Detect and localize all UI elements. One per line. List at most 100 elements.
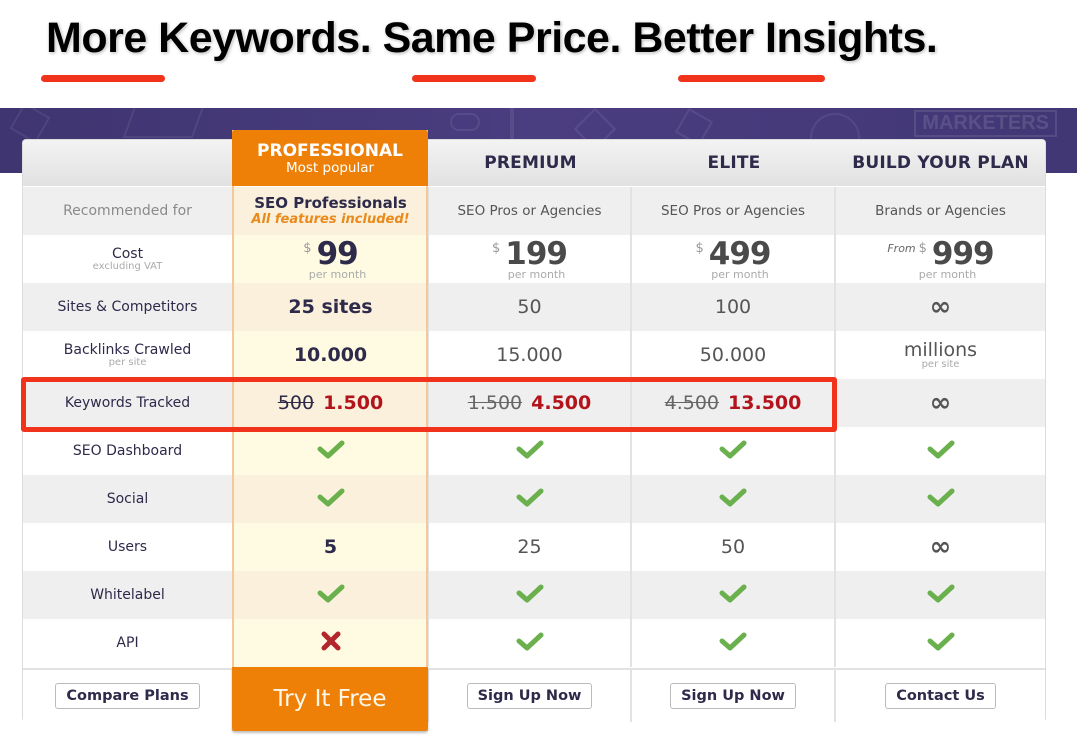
pricing-table: PREMIUM ELITE BUILD YOUR PLAN Recommende… [22, 139, 1046, 722]
recommended-value: Brands or Agencies [875, 203, 1006, 219]
link-decoration [450, 113, 480, 131]
backlinks-value: 50.000 [699, 344, 767, 366]
check-icon [926, 583, 956, 607]
row-label: Keywords Tracked [64, 395, 191, 411]
infinity-icon: ∞ [929, 388, 952, 418]
header-empty [23, 140, 234, 186]
infinity-icon: ∞ [929, 292, 952, 322]
check-icon [718, 487, 748, 511]
row-label: Recommended for [63, 203, 192, 219]
new-keywords: 1.500 [323, 392, 384, 414]
from-label: From [887, 241, 916, 255]
check-icon [926, 439, 956, 463]
price-amount: 99 [316, 235, 359, 272]
row-seo-dashboard: SEO Dashboard [23, 427, 1045, 475]
users-value: 5 [323, 536, 338, 558]
price: From $ 999 [887, 235, 995, 272]
new-keywords: 13.500 [728, 392, 802, 414]
price-period: per month [918, 267, 977, 281]
plan-header-elite: ELITE [632, 140, 836, 186]
check-icon [718, 439, 748, 463]
row-whitelabel: Whitelabel [23, 571, 1045, 619]
infinity-icon: ∞ [929, 532, 952, 562]
keywords-value: 1.500 4.500 [468, 392, 592, 414]
plan-header-build: BUILD YOUR PLAN [836, 140, 1045, 186]
check-icon [718, 631, 748, 655]
price: $ 199 [492, 235, 568, 272]
plan-name: ELITE [707, 153, 761, 173]
contact-us-button[interactable]: Contact Us [885, 683, 996, 709]
users-value: 50 [720, 536, 746, 558]
underline-more [41, 75, 165, 82]
sites-value: 50 [517, 296, 542, 318]
check-icon [515, 487, 545, 511]
old-keywords: 4.500 [664, 392, 720, 414]
row-sublabel: per site [108, 357, 147, 368]
cross-icon [320, 631, 342, 655]
backlinks-value: 15.000 [496, 344, 563, 366]
currency-symbol: $ [303, 240, 312, 256]
row-backlinks: Backlinks Crawled per site 10.000 15.000… [23, 331, 1045, 379]
row-label: Social [106, 491, 149, 507]
sites-value: 100 [714, 296, 752, 318]
check-icon [926, 487, 956, 511]
row-social: Social [23, 475, 1045, 523]
row-label: Users [107, 539, 148, 555]
elite-sign-up-button[interactable]: Sign Up Now [670, 683, 796, 709]
price-period: per month [507, 267, 566, 281]
headline: More Keywords. Same Price. Better Insigh… [46, 14, 938, 62]
check-icon [316, 583, 346, 607]
row-keywords: Keywords Tracked 500 1.500 1.500 4.500 4… [23, 379, 1045, 427]
underline-better [678, 75, 825, 82]
recommended-value: SEO Professionals [254, 194, 407, 212]
old-keywords: 500 [277, 392, 315, 414]
old-keywords: 1.500 [467, 392, 523, 414]
sites-value: 25 sites [288, 296, 373, 318]
row-api: API [23, 619, 1045, 667]
currency-symbol: $ [918, 240, 927, 256]
underline-same [412, 75, 536, 82]
price: $ 99 [303, 235, 359, 272]
users-value: 25 [517, 536, 542, 558]
check-icon [718, 583, 748, 607]
marketers-watermark: MARKETERS [914, 110, 1057, 137]
plan-header-row: PREMIUM ELITE BUILD YOUR PLAN [23, 140, 1045, 186]
plan-name: BUILD YOUR PLAN [852, 153, 1029, 173]
premium-sign-up-button[interactable]: Sign Up Now [466, 683, 593, 709]
row-users: Users 5 25 50 ∞ [23, 523, 1045, 571]
check-icon [316, 439, 346, 463]
price-amount: 199 [505, 235, 568, 272]
try-it-free-button[interactable]: Try It Free [232, 667, 428, 731]
price-amount: 999 [931, 235, 995, 272]
price-period: per month [308, 267, 367, 281]
row-label: Cost [111, 246, 144, 262]
row-sublabel: excluding VAT [92, 261, 163, 272]
row-label: Whitelabel [90, 587, 165, 603]
all-features-note: All features included! [251, 212, 410, 227]
row-label: SEO Dashboard [72, 443, 183, 459]
row-recommended: Recommended for SEO Professionals All fe… [23, 187, 1045, 235]
row-actions: Compare Plans Sign Up Now Sign Up Now Co… [23, 668, 1045, 722]
currency-symbol: $ [695, 240, 704, 256]
keywords-value: 4.500 13.500 [665, 392, 802, 414]
row-label: Backlinks Crawled [63, 342, 192, 358]
plan-header-premium: PREMIUM [429, 140, 632, 186]
plan-header-professional: PROFESSIONAL Most popular [232, 130, 428, 186]
currency-symbol: $ [492, 240, 501, 256]
keywords-value: 500 1.500 [278, 392, 383, 414]
row-cost: Cost excluding VAT $ 99 per month $ 199 … [23, 235, 1045, 283]
price-period: per month [711, 267, 769, 281]
plan-name: PREMIUM [484, 153, 577, 173]
backlinks-sublabel: per site [921, 359, 960, 370]
row-label: Sites & Competitors [57, 299, 198, 315]
check-icon [515, 439, 545, 463]
price-amount: 499 [708, 235, 772, 272]
new-keywords: 4.500 [531, 392, 592, 414]
recommended-value: SEO Pros or Agencies [660, 203, 806, 219]
row-sites: Sites & Competitors 25 sites 50 100 ∞ [23, 283, 1045, 331]
check-icon [316, 487, 346, 511]
recommended-value: SEO Pros or Agencies [457, 203, 602, 219]
plan-name: PROFESSIONAL [257, 140, 403, 161]
check-icon [926, 631, 956, 655]
compare-plans-button[interactable]: Compare Plans [55, 683, 200, 709]
